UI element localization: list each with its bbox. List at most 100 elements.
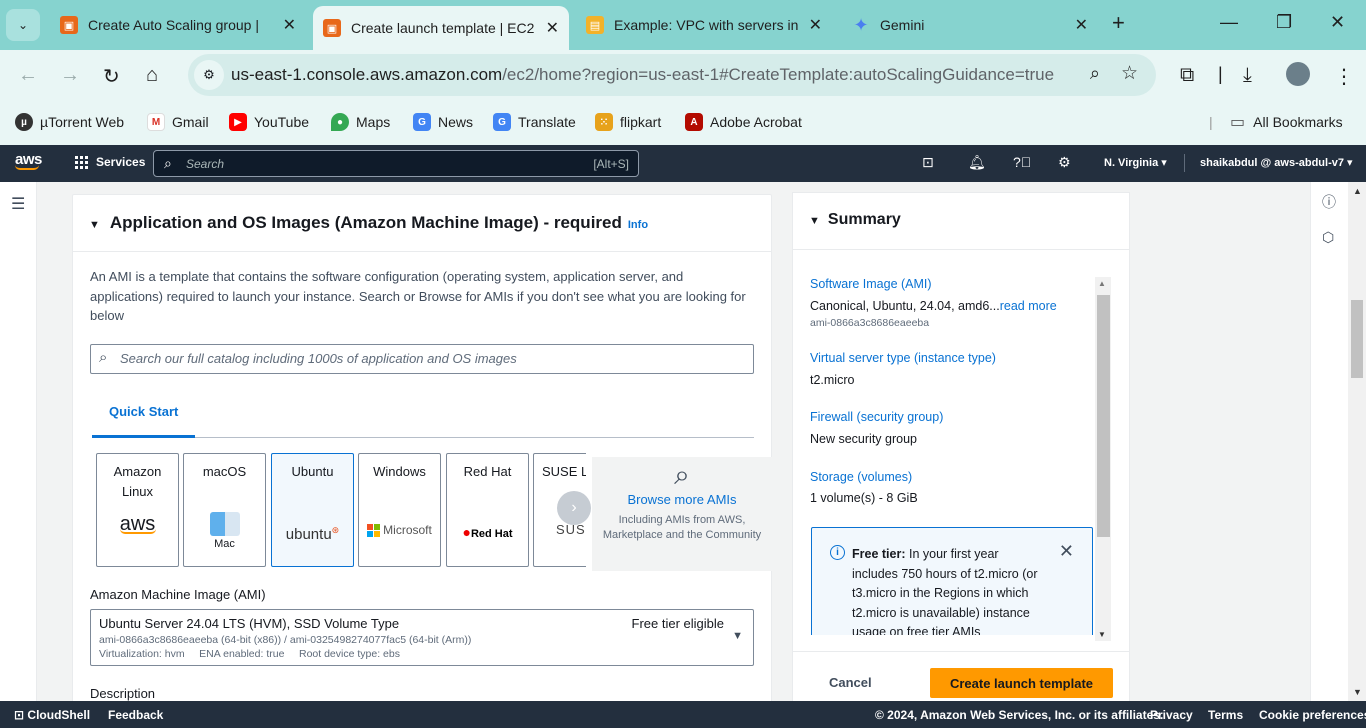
tab-vpc-example[interactable]: ▤ Example: VPC with servers in ✕ — [576, 8, 832, 42]
reload-icon[interactable]: ↻ — [103, 64, 120, 89]
firewall-link[interactable]: Firewall (security group) — [810, 410, 943, 424]
download-icon[interactable]: ⤓ — [1243, 64, 1252, 87]
hamburger-menu-icon[interactable]: ☰ — [11, 194, 25, 214]
services-menu[interactable]: Services — [75, 155, 145, 169]
storage-link[interactable]: Storage (volumes) — [810, 470, 912, 484]
tab-auto-scaling[interactable]: ▣ Create Auto Scaling group | ✕ — [50, 8, 306, 42]
bookmark-youtube[interactable]: ▶ YouTube — [229, 111, 309, 133]
page-scrollbar[interactable]: ▲ ▼ — [1348, 182, 1366, 701]
ami-section-panel: ▼ Application and OS Images (Amazon Machi… — [72, 194, 772, 701]
close-icon[interactable]: ✕ — [546, 18, 559, 38]
cancel-button[interactable]: Cancel — [829, 675, 872, 690]
scroll-down-icon[interactable]: ▼ — [1098, 630, 1106, 639]
info-panel-icon[interactable]: ⓘ — [1322, 192, 1336, 212]
minimize-icon[interactable]: — — [1220, 12, 1238, 33]
software-image-value: Canonical, Ubuntu, 24.04, amd6...read mo… — [810, 299, 1057, 313]
browser-tab-bar: ⌄ ▣ Create Auto Scaling group | ✕ ▣ Crea… — [0, 0, 1366, 50]
scroll-up-icon[interactable]: ▲ — [1353, 186, 1362, 196]
cloudshell-button[interactable]: ⊡ CloudShell — [14, 708, 90, 722]
account-menu[interactable]: shaikabdul @ aws-abdul-v7 ▾ — [1200, 156, 1353, 169]
scrollbar-thumb[interactable] — [1097, 295, 1110, 537]
more-menu-icon[interactable]: ⋮ — [1334, 64, 1354, 89]
cloudshell-icon[interactable]: ⊡ — [922, 154, 934, 171]
close-icon[interactable]: ✕ — [1075, 15, 1088, 35]
feedback-link[interactable]: Feedback — [108, 708, 163, 722]
scroll-down-icon[interactable]: ▼ — [1353, 687, 1362, 697]
section-title: Application and OS Images (Amazon Machin… — [109, 213, 622, 232]
os-card-macos[interactable]: macOS Mac — [183, 453, 266, 567]
bookmark-label: Gmail — [172, 114, 209, 130]
os-card-ubuntu[interactable]: Ubuntu ubuntu⊛ — [271, 453, 354, 567]
os-card-red-hat[interactable]: Red Hat ●Red Hat — [446, 453, 529, 567]
url-bar[interactable]: ⚙ us-east-1.console.aws.amazon.com/ec2/h… — [188, 54, 1156, 96]
back-icon[interactable]: ← — [18, 64, 38, 87]
summary-header[interactable]: ▼ Summary — [809, 211, 901, 229]
bookmark-utorrent[interactable]: µ µTorrent Web — [15, 111, 124, 133]
bookmark-maps[interactable]: ● Maps — [331, 111, 390, 133]
privacy-link[interactable]: Privacy — [1150, 708, 1193, 722]
maps-pin-icon: ● — [331, 113, 349, 131]
bookmark-news[interactable]: G News — [413, 111, 473, 133]
summary-scrollbar[interactable]: ▲ ▼ — [1095, 277, 1111, 641]
home-icon[interactable]: ⌂ — [146, 64, 158, 87]
bookmark-translate[interactable]: G Translate — [493, 111, 576, 133]
scrollbar-thumb[interactable] — [1351, 300, 1363, 378]
new-tab-icon[interactable]: + — [1112, 10, 1125, 36]
free-tier-text: Free tier: In your first year includes 7… — [852, 547, 1038, 635]
bookmark-star-icon[interactable]: ☆ — [1121, 62, 1138, 85]
zoom-icon[interactable]: ⌕ — [1090, 63, 1100, 84]
aws-logo[interactable]: aws — [15, 151, 42, 170]
browse-more-link[interactable]: Browse more AMIs — [592, 492, 772, 507]
tab-gemini[interactable]: ✦ Gemini ✕ — [842, 8, 1098, 42]
tab-title: Create launch template | EC2 — [351, 20, 535, 36]
cookie-preferences-link[interactable]: Cookie preferences — [1259, 708, 1366, 722]
site-info-icon[interactable]: ⚙ — [194, 60, 224, 90]
bookmark-gmail[interactable]: M Gmail — [147, 111, 209, 133]
close-icon[interactable]: ✕ — [283, 15, 296, 35]
url-text[interactable]: us-east-1.console.aws.amazon.com/ec2/hom… — [231, 65, 1054, 85]
tab-create-launch-template[interactable]: ▣ Create launch template | EC2 ✕ — [313, 6, 569, 50]
folder-icon: ▭ — [1230, 114, 1246, 131]
tab-quick-start[interactable]: Quick Start — [109, 404, 178, 419]
read-more-link[interactable]: read more — [1000, 299, 1057, 313]
cloudshell-icon: ⊡ — [14, 708, 25, 722]
bookmark-label: flipkart — [620, 114, 662, 130]
profile-avatar[interactable] — [1286, 62, 1310, 86]
all-bookmarks[interactable]: ▭ All Bookmarks — [1230, 111, 1343, 133]
hexagon-icon[interactable]: ⬡ — [1322, 229, 1334, 246]
ami-section-header[interactable]: ▼ Application and OS Images (Amazon Machi… — [89, 213, 648, 233]
ami-search-input[interactable]: ⌕ Search our full catalog including 1000… — [90, 344, 754, 374]
settings-gear-icon[interactable]: ⚙ — [1058, 154, 1071, 171]
software-image-link[interactable]: Software Image (AMI) — [810, 277, 932, 291]
ubuntu-logo-icon: ubuntu⊛ — [285, 525, 340, 543]
close-icon[interactable]: ✕ — [1059, 541, 1074, 562]
close-icon[interactable]: ✕ — [809, 15, 822, 35]
aws-footer: ⊡ CloudShell Feedback © 2024, Amazon Web… — [0, 701, 1366, 728]
aws-search-input[interactable]: ⌕ Search [Alt+S] — [153, 150, 639, 177]
free-tier-alert: i Free tier: In your first year includes… — [811, 527, 1093, 635]
browse-more-amis[interactable]: ⌕ Browse more AMIs Including AMIs from A… — [592, 457, 772, 571]
terms-link[interactable]: Terms — [1208, 708, 1243, 722]
info-link[interactable]: Info — [628, 219, 648, 231]
region-selector[interactable]: N. Virginia ▾ — [1104, 156, 1167, 169]
os-card-windows[interactable]: Windows Microsoft — [358, 453, 441, 567]
bookmark-flipkart[interactable]: ⁙ flipkart — [595, 111, 661, 133]
window-close-icon[interactable]: ✕ — [1330, 12, 1345, 33]
notifications-bell-icon[interactable]: 🔔︎ — [968, 154, 986, 171]
restore-icon[interactable]: ❐ — [1276, 12, 1292, 33]
news-icon: G — [413, 113, 431, 131]
forward-icon[interactable]: → — [60, 64, 80, 87]
bookmark-adobe[interactable]: A Adobe Acrobat — [685, 111, 802, 133]
bookmark-label: All Bookmarks — [1253, 114, 1343, 130]
aws-console-header: aws Services ⌕ Search [Alt+S] ⊡ 🔔︎ ?⃝ ⚙ … — [0, 145, 1366, 182]
scroll-up-icon[interactable]: ▲ — [1098, 279, 1106, 288]
help-icon[interactable]: ?⃝ — [1013, 154, 1031, 170]
os-card-label: SUSE L — [542, 464, 586, 479]
create-launch-template-button[interactable]: Create launch template — [930, 668, 1113, 698]
extensions-icon[interactable]: ⧉ — [1180, 64, 1194, 87]
instance-type-link[interactable]: Virtual server type (instance type) — [810, 351, 996, 365]
ami-select[interactable]: Ubuntu Server 24.04 LTS (HVM), SSD Volum… — [90, 609, 754, 666]
carousel-next-button[interactable]: › — [557, 491, 591, 525]
os-card-amazon-linux[interactable]: Amazon Linux aws — [96, 453, 179, 567]
tab-search-button[interactable]: ⌄ — [6, 9, 40, 41]
